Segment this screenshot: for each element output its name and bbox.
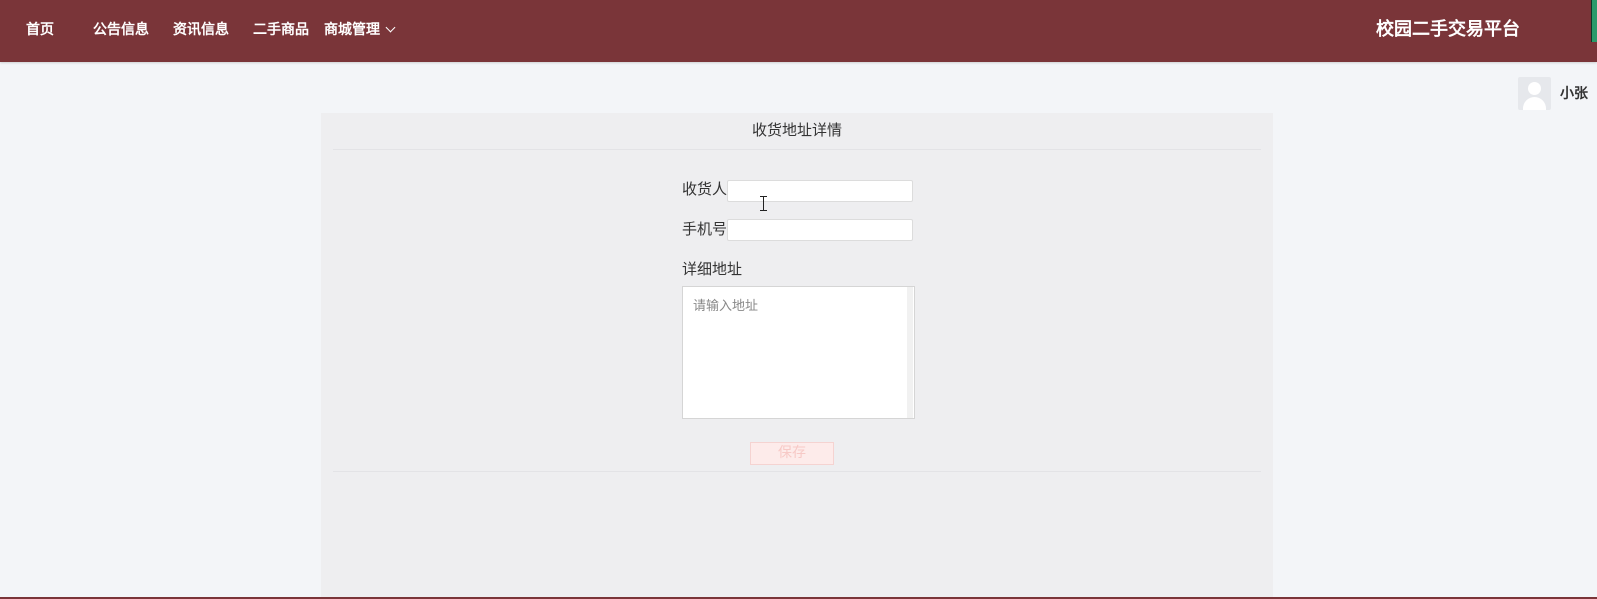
save-button[interactable]: 保存 xyxy=(750,442,834,465)
user-menu[interactable]: 小张 xyxy=(1518,76,1588,110)
nav-item-label: 资讯信息 xyxy=(173,22,229,38)
nav-item-label: 商城管理 xyxy=(324,22,380,38)
text-cursor-icon xyxy=(760,196,767,211)
nav-item-label: 二手商品 xyxy=(253,22,309,38)
chevron-down-icon xyxy=(385,22,396,33)
user-name: 小张 xyxy=(1560,86,1588,102)
nav-item-home[interactable]: 首页 xyxy=(26,0,54,60)
address-detail-panel: 收货地址详情 收货人 手机号 详细地址 xyxy=(321,113,1273,599)
textarea-scrollbar[interactable] xyxy=(907,287,913,418)
title-divider xyxy=(333,149,1261,150)
recipient-label: 收货人 xyxy=(682,180,728,198)
nav-item-mall-management[interactable]: 商城管理 xyxy=(324,0,396,60)
nav-item-announcements[interactable]: 公告信息 xyxy=(93,0,149,60)
window-edge xyxy=(1591,0,1597,42)
recipient-input[interactable] xyxy=(727,180,913,202)
address-textarea[interactable] xyxy=(682,286,915,419)
user-avatar-icon[interactable] xyxy=(1518,76,1551,110)
page-title: 收货地址详情 xyxy=(751,121,842,139)
nav-item-label: 公告信息 xyxy=(93,22,149,38)
phone-input[interactable] xyxy=(727,219,913,241)
nav-item-secondhand-goods[interactable]: 二手商品 xyxy=(253,0,309,60)
form-divider xyxy=(333,471,1261,472)
nav-item-label: 首页 xyxy=(26,22,54,38)
top-navbar: 首页 公告信息 资讯信息 二手商品 商城管理 校园二手交易平台 xyxy=(0,0,1597,62)
address-label: 详细地址 xyxy=(682,260,743,278)
phone-label: 手机号 xyxy=(682,220,728,238)
site-title: 校园二手交易平台 xyxy=(1376,19,1520,40)
nav-item-news[interactable]: 资讯信息 xyxy=(173,0,229,60)
